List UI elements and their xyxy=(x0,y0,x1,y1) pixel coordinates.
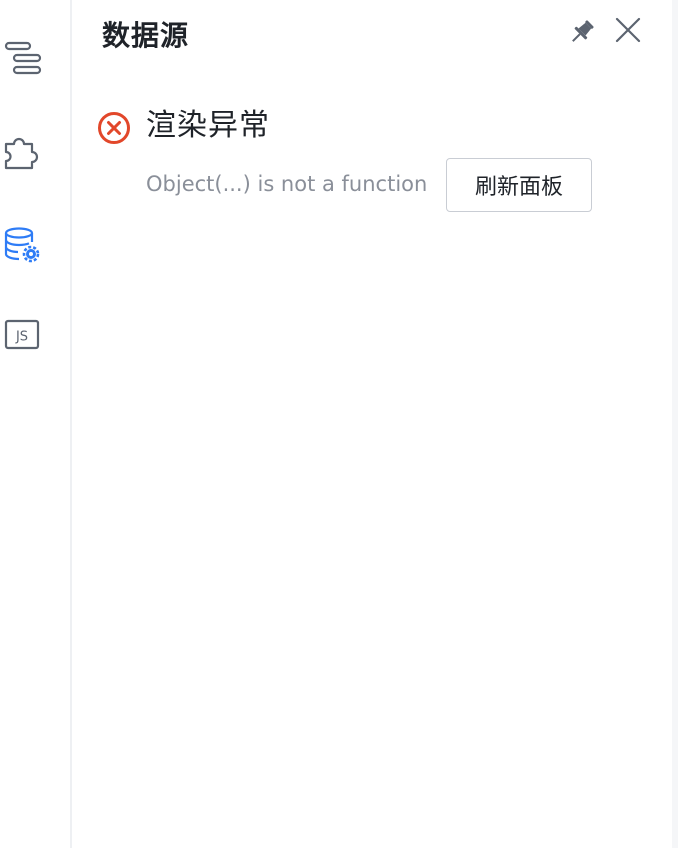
js-icon-label: JS xyxy=(15,330,28,345)
sidebar-item-datasource[interactable] xyxy=(0,223,44,267)
sidebar-item-components[interactable] xyxy=(0,130,44,174)
sidebar-item-js[interactable]: JS xyxy=(0,312,44,356)
pin-icon xyxy=(572,20,594,42)
js-script-icon: JS xyxy=(4,319,40,350)
refresh-panel-button[interactable]: 刷新面板 xyxy=(446,158,592,212)
datasource-panel: 数据源 渲染异常 Object(...) is not a function 刷… xyxy=(72,0,672,848)
pin-button[interactable] xyxy=(564,14,600,50)
component-puzzle-icon xyxy=(4,137,39,170)
sidebar-item-outline[interactable] xyxy=(0,36,44,80)
panel-title: 数据源 xyxy=(102,19,190,52)
error-title: 渲染异常 xyxy=(146,108,270,143)
right-edge-strip xyxy=(672,0,678,848)
left-icon-rail: JS xyxy=(0,0,70,848)
app-root: JS 数据源 渲染异常 Object(...) is not a functio… xyxy=(0,0,678,848)
close-button[interactable] xyxy=(610,12,646,48)
error-circle-icon xyxy=(98,112,130,144)
outline-tree-icon xyxy=(4,41,42,75)
close-icon xyxy=(615,17,641,43)
datasource-gear-icon xyxy=(4,227,40,263)
error-message: Object(...) is not a function xyxy=(146,172,428,196)
